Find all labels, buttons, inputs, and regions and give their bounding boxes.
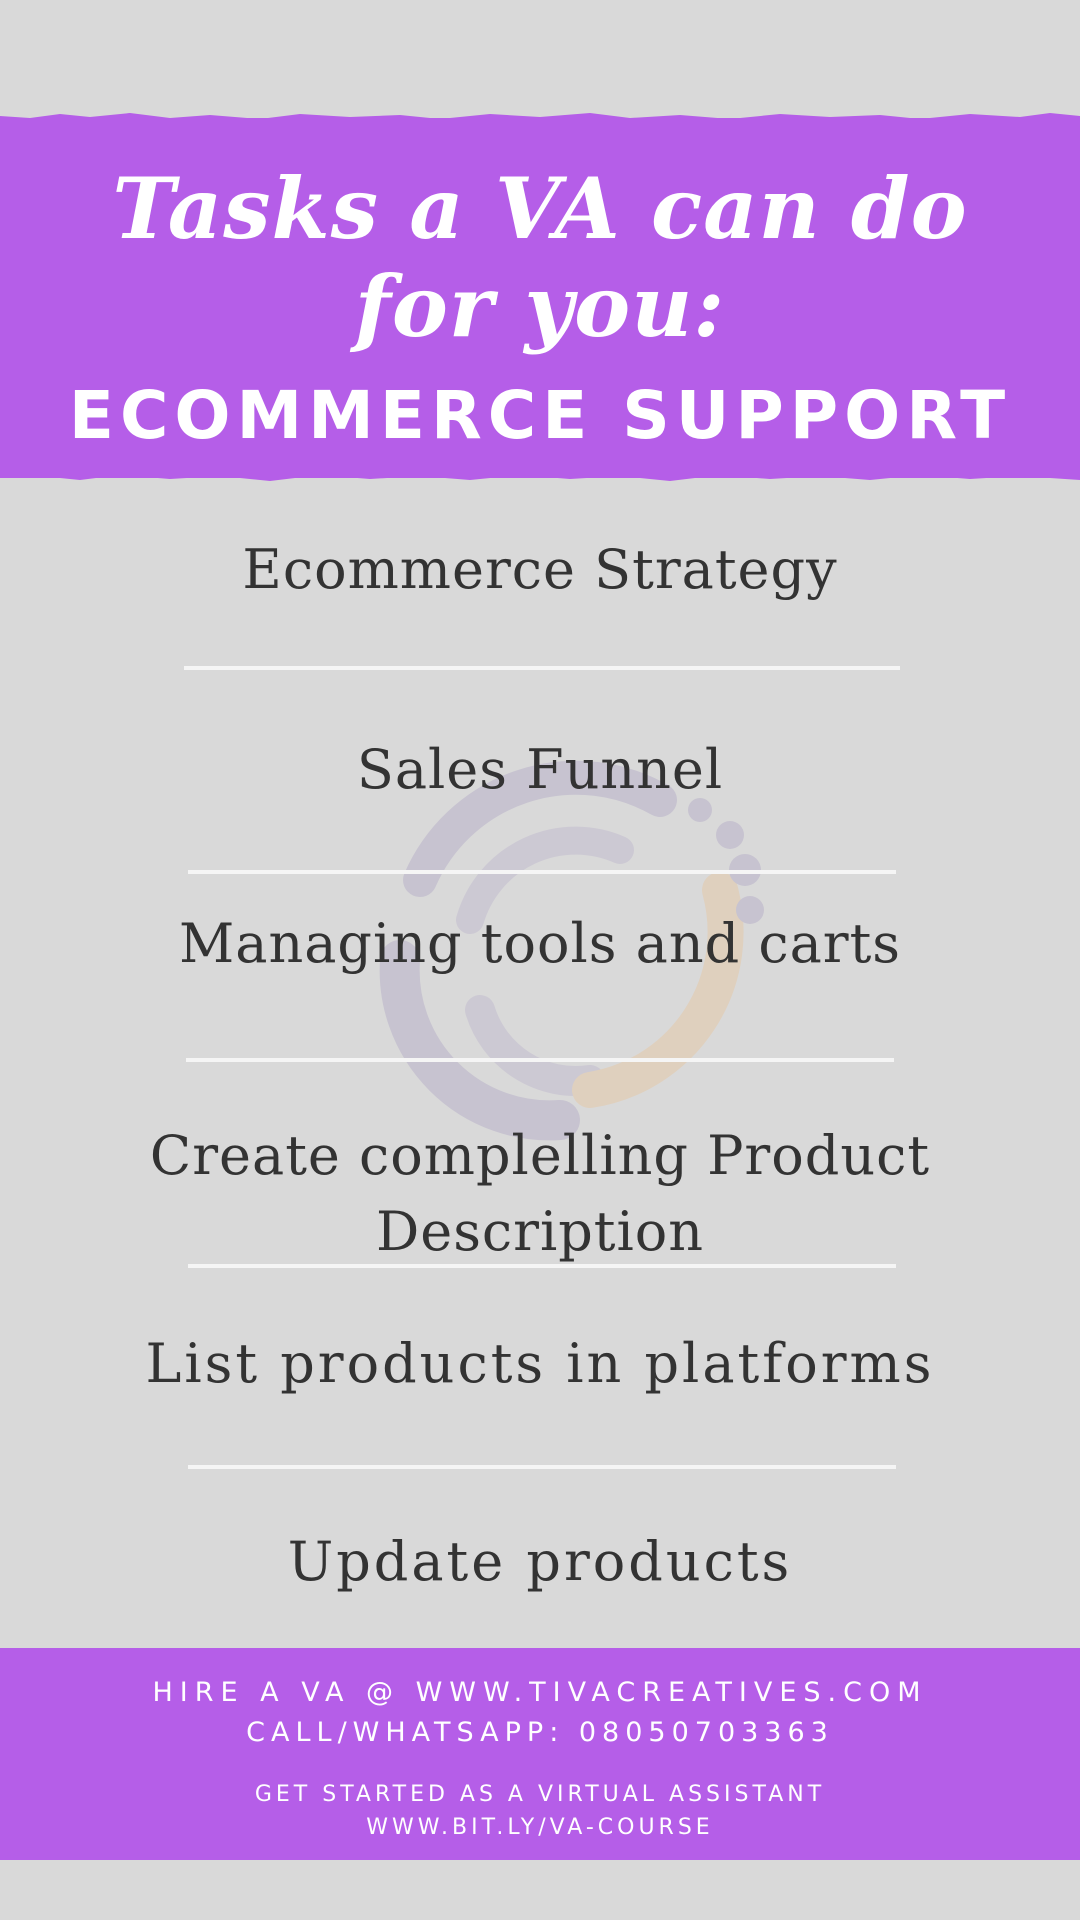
footer-course-link[interactable]: WWW.BIT.LY/VA-COURSE [0, 1813, 1080, 1843]
task-update-products: Update products [287, 1530, 793, 1593]
footer-get-started: GET STARTED AS A VIRTUAL ASSISTANT [254, 1782, 826, 1807]
headline-line-2: for you: [354, 257, 726, 356]
divider [188, 1465, 896, 1469]
task-product-description: Create complelling Product Description [90, 1118, 990, 1270]
divider [188, 870, 896, 874]
divider [186, 1058, 894, 1062]
divider [184, 666, 900, 670]
task-managing-tools-and-carts: Managing tools and carts [178, 912, 902, 975]
task-list-products: List products in platforms [145, 1332, 935, 1395]
footer-hire-link[interactable]: HIRE A VA @ WWW.TIVACREATIVES.COM [0, 1676, 1080, 1710]
task-sales-funnel: Sales Funnel [356, 738, 724, 801]
task-product-description-line-2: Description [375, 1200, 705, 1263]
subheadline: ECOMMERCE SUPPORT [68, 377, 1012, 454]
header-brush-edge-bottom [0, 470, 1080, 481]
divider [188, 1264, 896, 1268]
headline-line-1: Tasks a VA can do [112, 159, 968, 258]
task-product-description-line-1: Create complelling Product [149, 1124, 931, 1187]
footer-phone[interactable]: CALL/WHATSAPP: 08050703363 [0, 1716, 1080, 1750]
task-ecommerce-strategy: Ecommerce Strategy [242, 538, 838, 601]
